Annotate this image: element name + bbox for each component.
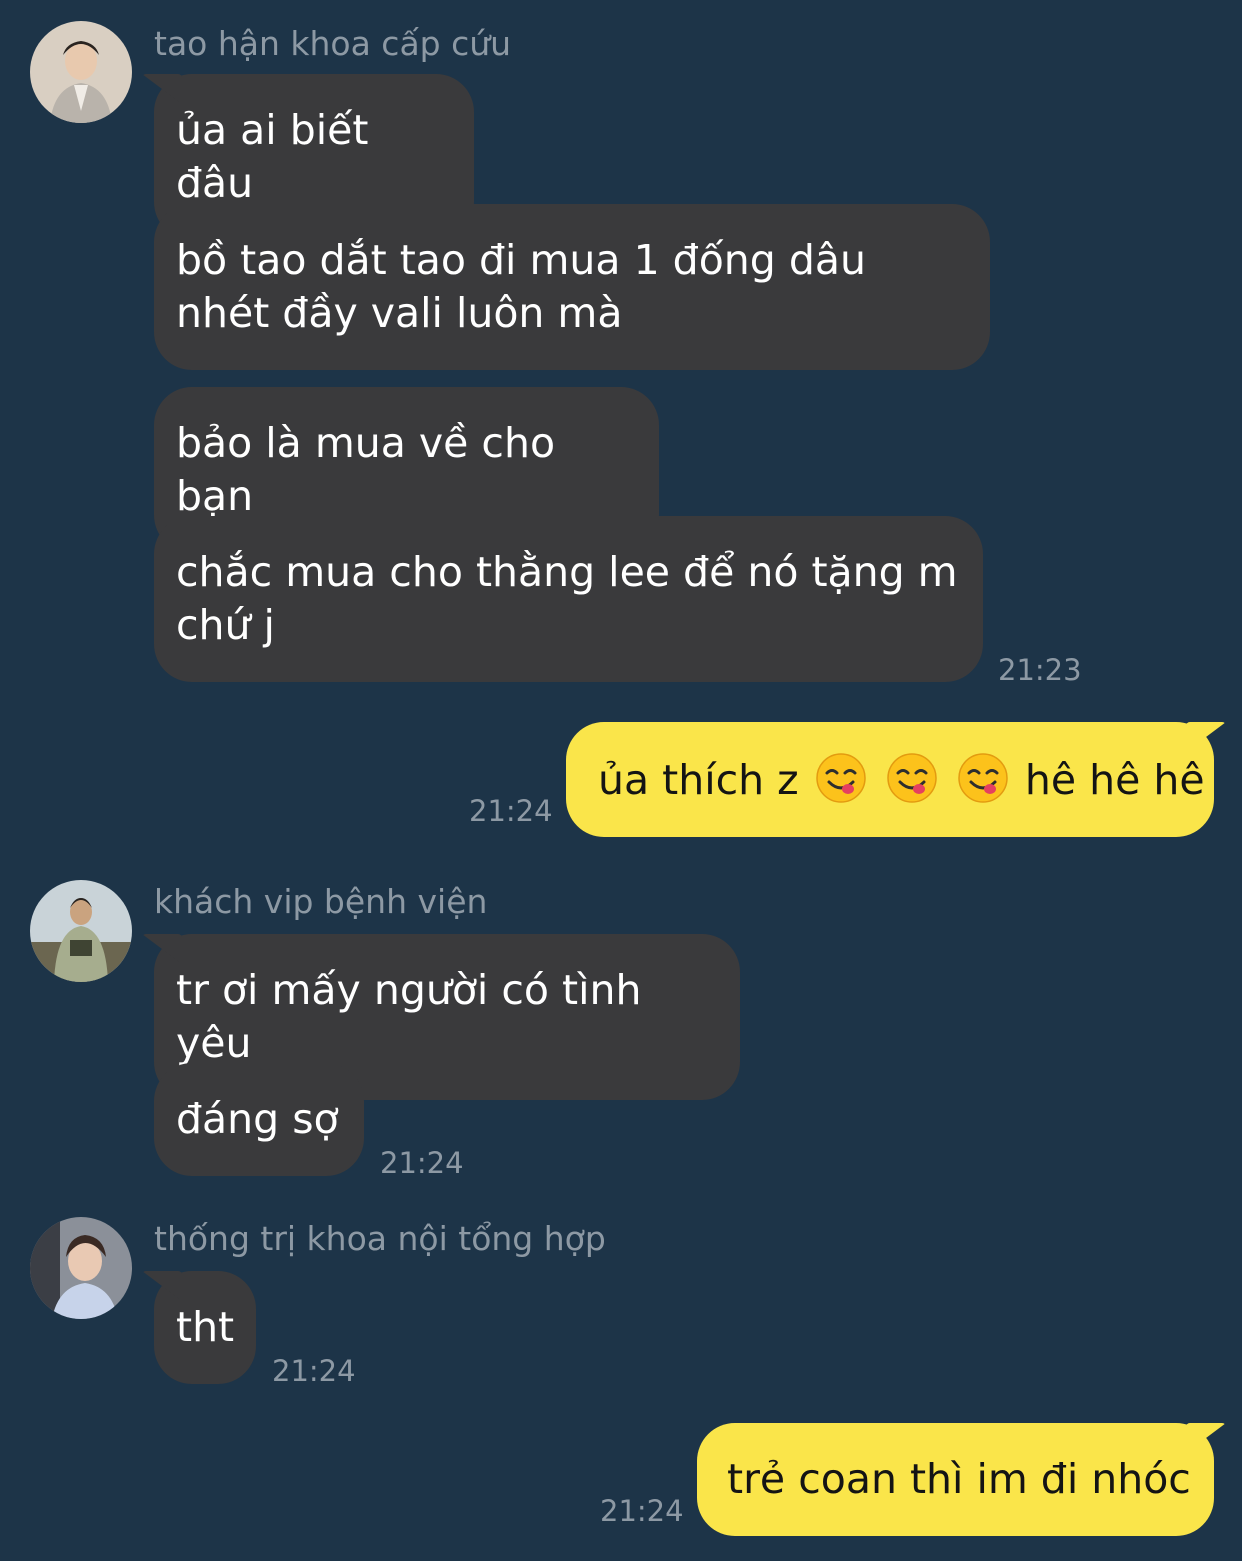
message-bubble[interactable]: tht (154, 1271, 256, 1384)
avatar-sender-1[interactable] (30, 21, 132, 123)
sender-name: tao hận khoa cấp cứu (154, 24, 512, 63)
message-bubble[interactable]: chắc mua cho thằng lee để nó tặng m chứ … (154, 516, 983, 682)
avatar-sender-3[interactable] (30, 1217, 132, 1319)
yum-face-icon (958, 753, 1008, 803)
message-text: ủa thích z (598, 756, 799, 804)
message-text: tr ơi mấy người có tình yêu (176, 966, 642, 1067)
message-text: trẻ coan thì im đi nhóc (727, 1455, 1191, 1503)
message-text: bảo là mua về cho bạn (176, 419, 556, 520)
message-text: tht (176, 1303, 235, 1351)
sender-name: khách vip bệnh viện (154, 882, 488, 921)
message-text: đáng sợ (176, 1095, 339, 1143)
my-message-bubble[interactable]: ủa thích z hê hê hê (566, 722, 1214, 837)
my-message-bubble[interactable]: trẻ coan thì im đi nhóc (697, 1423, 1214, 1536)
avatar-sender-2[interactable] (30, 880, 132, 982)
message-timestamp: 21:24 (600, 1494, 684, 1528)
message-text: bồ tao dắt tao đi mua 1 đống dâu nhét đầ… (176, 236, 866, 337)
message-timestamp: 21:24 (272, 1354, 356, 1388)
message-timestamp: 21:24 (380, 1146, 464, 1180)
message-bubble[interactable]: bồ tao dắt tao đi mua 1 đống dâu nhét đầ… (154, 204, 990, 370)
message-bubble[interactable]: đáng sợ (154, 1063, 364, 1176)
yum-face-icon (887, 753, 937, 803)
message-timestamp: 21:24 (469, 794, 553, 828)
message-text: ủa ai biết đâu (176, 106, 369, 207)
sender-name: thống trị khoa nội tổng hợp (154, 1219, 606, 1258)
message-text: chắc mua cho thằng lee để nó tặng m chứ … (176, 548, 958, 649)
yum-face-icon (815, 753, 866, 803)
message-text: hê hê hê (1024, 756, 1205, 804)
message-timestamp: 21:23 (998, 653, 1082, 687)
